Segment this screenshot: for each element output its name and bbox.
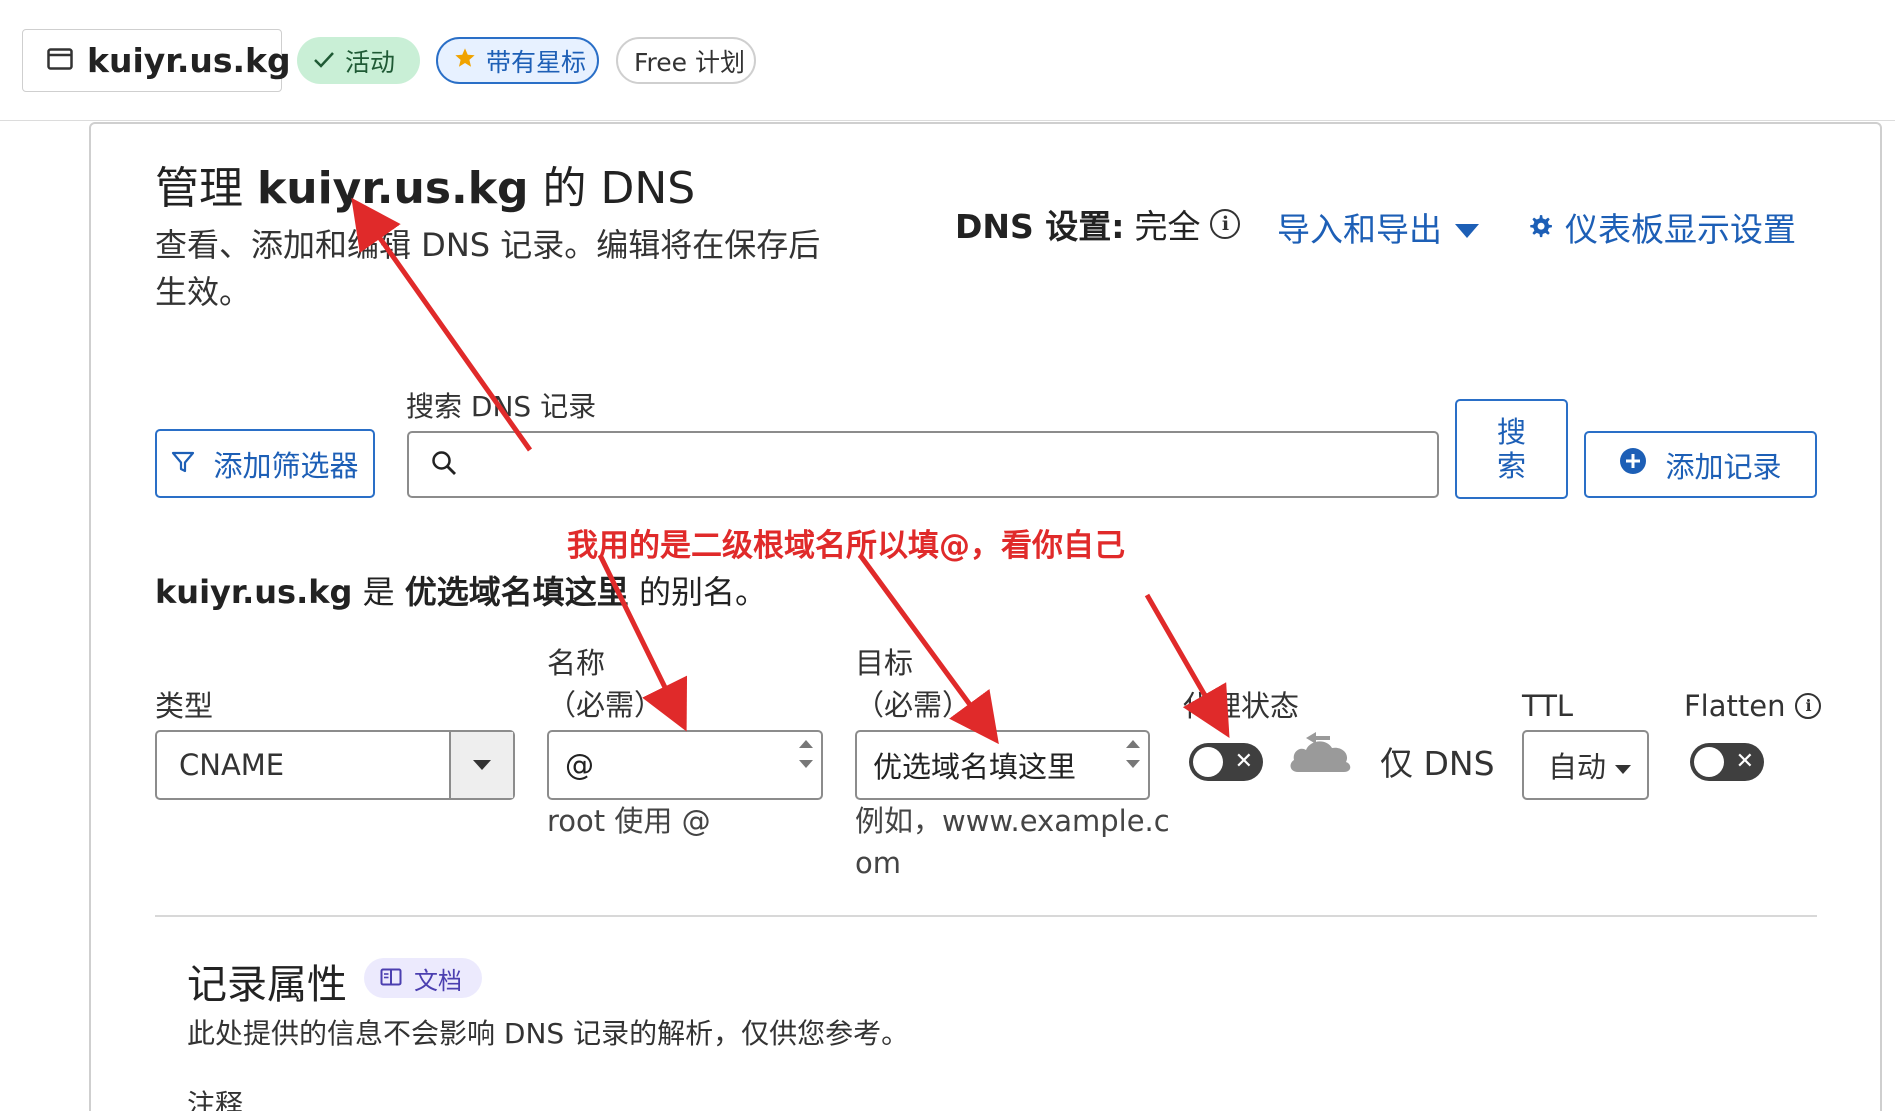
name-field-value: @ bbox=[565, 748, 594, 782]
alias-suffix: 的别名。 bbox=[638, 573, 767, 611]
info-icon[interactable]: i bbox=[1210, 209, 1241, 239]
dns-setting-status: DNS 设置: 完全 i bbox=[955, 200, 1241, 248]
flatten-toggle[interactable]: ✕ bbox=[1690, 743, 1764, 781]
search-button[interactable]: 搜 索 bbox=[1455, 399, 1568, 499]
plan-badge[interactable]: Free 计划 bbox=[616, 37, 756, 84]
type-label: 类型 bbox=[155, 689, 214, 723]
name-required-label: （必需） bbox=[547, 688, 664, 722]
search-field[interactable] bbox=[407, 431, 1439, 498]
chevron-down-icon bbox=[449, 732, 513, 798]
page-title: 管理 kuiyr.us.kg 的 DNS bbox=[155, 152, 695, 216]
type-select-value: CNAME bbox=[179, 748, 285, 782]
dns-setting-label: DNS 设置: bbox=[955, 207, 1125, 246]
target-required-label: （必需） bbox=[855, 688, 972, 722]
import-export-label: 导入和导出 bbox=[1277, 210, 1442, 249]
status-badge-label: 活动 bbox=[345, 47, 396, 77]
search-button-label-2: 索 bbox=[1496, 449, 1526, 483]
info-icon[interactable]: i bbox=[1795, 693, 1822, 719]
dashboard-display-label: 仪表板显示设置 bbox=[1565, 210, 1796, 249]
target-label: 目标 bbox=[855, 646, 914, 680]
name-label: 名称 bbox=[547, 646, 606, 680]
name-helper-text: root 使用 @ bbox=[547, 804, 711, 838]
domain-selector[interactable]: kuiyr.us.kg bbox=[22, 29, 291, 92]
status-badge: 活动 bbox=[297, 37, 420, 84]
filter-icon bbox=[171, 447, 195, 481]
star-icon bbox=[454, 46, 476, 75]
search-label: 搜索 DNS 记录 bbox=[406, 390, 597, 423]
name-stepper[interactable] bbox=[799, 740, 813, 768]
plan-badge-label: Free 计划 bbox=[634, 47, 745, 77]
proxy-status-toggle[interactable]: ✕ bbox=[1189, 743, 1263, 781]
proxy-status-label: 代理状态 bbox=[1183, 689, 1300, 723]
add-filter-label: 添加筛选器 bbox=[213, 448, 359, 483]
alias-is: 是 bbox=[362, 573, 395, 611]
target-field[interactable]: 优选域名填这里 bbox=[855, 730, 1150, 800]
add-record-label: 添加记录 bbox=[1665, 449, 1782, 484]
ttl-select-value: 自动 bbox=[1548, 750, 1607, 784]
starred-badge-label: 带有星标 bbox=[486, 47, 587, 77]
add-filter-button[interactable]: 添加筛选器 bbox=[155, 429, 375, 498]
add-record-button[interactable]: 添加记录 bbox=[1584, 431, 1817, 498]
annotation-text: 我用的是二级根域名所以填@，看你自己 bbox=[567, 528, 1125, 564]
browser-window-icon bbox=[47, 47, 73, 74]
search-input[interactable] bbox=[471, 433, 1437, 496]
domain-header: kuiyr.us.kg 活动 带有星标 Free 计划 bbox=[0, 0, 1895, 121]
dashboard-display-settings-link[interactable]: 仪表板显示设置 bbox=[1527, 203, 1796, 251]
search-icon bbox=[431, 450, 457, 480]
close-icon: ✕ bbox=[1234, 749, 1253, 774]
record-attributes-description: 此处提供的信息不会影响 DNS 记录的解析，仅供您参考。 bbox=[187, 1017, 910, 1050]
ttl-label: TTL bbox=[1522, 689, 1574, 723]
name-field[interactable]: @ bbox=[547, 730, 823, 800]
import-export-dropdown[interactable]: 导入和导出 bbox=[1277, 203, 1480, 251]
title-suffix: 的 DNS bbox=[542, 163, 696, 214]
starred-badge[interactable]: 带有星标 bbox=[436, 37, 599, 84]
close-icon: ✕ bbox=[1735, 749, 1754, 774]
cloud-icon bbox=[1286, 728, 1354, 782]
documentation-link[interactable]: 文档 bbox=[364, 958, 482, 998]
flatten-label: Flatten bbox=[1684, 689, 1786, 723]
alias-summary: kuiyr.us.kg 是 优选域名填这里 的别名。 bbox=[155, 567, 767, 613]
type-select[interactable]: CNAME bbox=[155, 730, 515, 800]
domain-name: kuiyr.us.kg bbox=[87, 41, 291, 80]
title-prefix: 管理 bbox=[155, 163, 243, 214]
section-divider bbox=[155, 915, 1817, 917]
chevron-down-icon bbox=[1614, 748, 1632, 782]
search-button-label-1: 搜 bbox=[1496, 415, 1526, 449]
note-label: 注释 bbox=[187, 1088, 244, 1111]
gear-icon bbox=[1527, 208, 1553, 247]
alias-target: 优选域名填这里 bbox=[404, 573, 629, 611]
record-attributes-title: 记录属性 bbox=[187, 962, 347, 1008]
alias-domain: kuiyr.us.kg bbox=[155, 573, 353, 611]
target-stepper[interactable] bbox=[1126, 740, 1140, 768]
plus-circle-icon bbox=[1619, 447, 1647, 482]
target-helper-text-1: 例如，www.example.c bbox=[855, 804, 1170, 838]
documentation-label: 文档 bbox=[414, 966, 462, 995]
proxy-mode-label: 仅 DNS bbox=[1380, 744, 1495, 783]
dns-setting-value: 完全 bbox=[1134, 207, 1201, 246]
target-field-value: 优选域名填这里 bbox=[873, 750, 1077, 784]
caret-down-icon bbox=[1454, 208, 1480, 247]
page-description: 查看、添加和编辑 DNS 记录。编辑将在保存后生效。 bbox=[155, 226, 821, 311]
check-icon bbox=[313, 46, 335, 75]
flatten-label-group: Flatten i bbox=[1684, 685, 1822, 727]
book-icon bbox=[380, 964, 402, 992]
title-domain: kuiyr.us.kg bbox=[257, 163, 529, 214]
target-helper-text-2: om bbox=[855, 846, 901, 880]
ttl-select[interactable]: 自动 bbox=[1522, 730, 1649, 800]
